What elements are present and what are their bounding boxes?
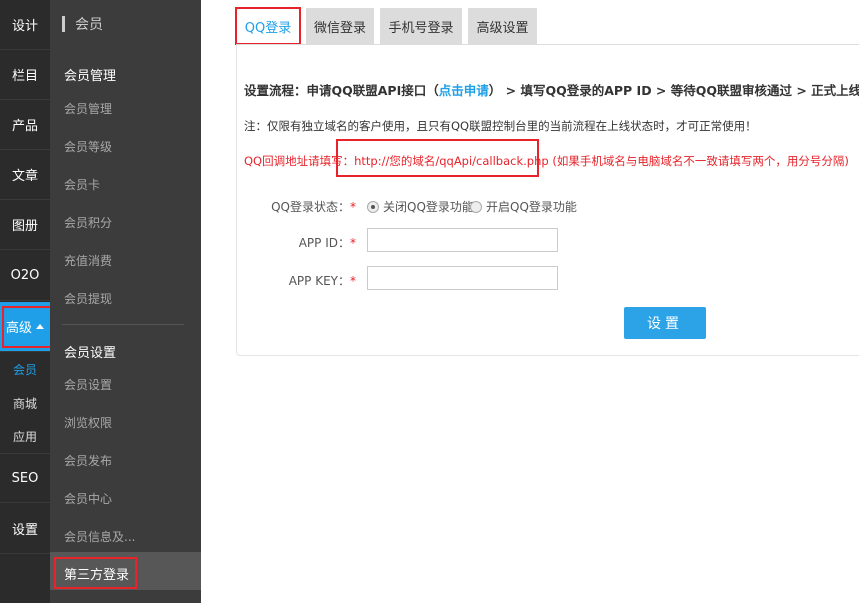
rail-item-design[interactable]: 设计 — [0, 0, 50, 50]
rail-subitem-label: 商城 — [12, 397, 37, 411]
status-label: QQ登录状态：* — [271, 198, 356, 215]
subnav-link-member-center[interactable]: 会员中心 — [64, 490, 112, 507]
subnav-link-recharge[interactable]: 充值消费 — [64, 252, 112, 269]
rail-subitem-mall[interactable]: 商城 — [0, 387, 50, 420]
subnav-link-member-points[interactable]: 会员积分 — [64, 214, 112, 231]
tab-advanced-settings[interactable]: 高级设置 — [468, 8, 537, 44]
setup-flow: 设置流程：申请QQ联盟API接口（点击申请） > 填写QQ登录的APP ID >… — [244, 80, 859, 99]
rail-subitem-member[interactable]: 会员 — [0, 353, 50, 386]
subnav-group-heading: 会员管理 — [64, 69, 117, 84]
appkey-label: APP KEY：* — [289, 272, 356, 289]
subnav-link-member-publish[interactable]: 会员发布 — [64, 452, 112, 469]
subnav-group-heading: 会员设置 — [64, 346, 117, 361]
appkey-input[interactable] — [367, 266, 558, 290]
rail-item-seo[interactable]: SEO — [0, 453, 50, 503]
radio-label: 开启QQ登录功能 — [486, 200, 577, 214]
callback-info: QQ回调地址请填写：http://您的域名/qqApi/callback.php… — [244, 153, 849, 169]
usage-note: 注：仅限有独立域名的客户使用，且只有QQ联盟控制台里的当前流程在上线状态时，才可… — [244, 119, 757, 133]
radio-label: 关闭QQ登录功能 — [383, 200, 474, 214]
appid-label: APP ID：* — [299, 234, 356, 251]
subnav-link-member-settings[interactable]: 会员设置 — [64, 376, 112, 393]
appkey-label-text: APP KEY： — [288, 274, 350, 288]
radio-unselected-icon — [470, 200, 482, 213]
flow-prefix: 设置流程：申请QQ联盟API接口（ — [244, 83, 439, 98]
rail-item-label: 文章 — [11, 169, 38, 184]
callback-label: QQ回调地址请填写： — [244, 154, 355, 168]
rail-subitem-label: 应用 — [12, 430, 37, 444]
required-mark: * — [350, 236, 356, 250]
rail-item-label: 产品 — [11, 119, 38, 134]
main-nav-rail: 设计 栏目 产品 文章 图册 O2O 高级 会员 商城 应用 SEO 设置 — [0, 0, 50, 603]
rail-item-column[interactable]: 栏目 — [0, 50, 50, 100]
secondary-nav: 会员 会员管理 会员管理 会员等级 会员卡 会员积分 充值消费 会员提现 会员设… — [50, 0, 201, 603]
rail-item-product[interactable]: 产品 — [0, 100, 50, 150]
callback-hint: (如果手机域名与电脑域名不一致请填写两个，用分号分隔) — [552, 154, 849, 168]
rail-item-label: O2O — [10, 268, 40, 283]
subnav-link-browse-permission[interactable]: 浏览权限 — [64, 414, 112, 431]
rail-item-label: 高级 — [5, 321, 32, 336]
rail-subitem-label: 会员 — [12, 363, 37, 377]
subnav-divider — [62, 324, 184, 325]
callback-url: http://您的域名/qqApi/callback.php — [354, 154, 549, 168]
subnav-link-withdraw[interactable]: 会员提现 — [64, 290, 112, 307]
rail-item-label: 栏目 — [11, 69, 38, 84]
subnav-link-third-party-login[interactable]: 第三方登录 — [64, 564, 129, 583]
status-label-text: QQ登录状态： — [271, 200, 350, 214]
rail-subitem-apps[interactable]: 应用 — [0, 420, 50, 453]
subnav-link-member-manage[interactable]: 会员管理 — [64, 100, 112, 117]
rail-item-label: 设置 — [11, 523, 38, 538]
subnav-title-text: 会员 — [75, 17, 103, 33]
rail-item-label: SEO — [11, 470, 39, 486]
title-bar — [62, 16, 65, 32]
rail-item-album[interactable]: 图册 — [0, 200, 50, 250]
flow-suffix: ） > 填写QQ登录的APP ID > 等待QQ联盟审核通过 > 正式上线 — [488, 83, 859, 98]
tab-qq-login[interactable]: QQ登录 — [236, 8, 300, 44]
subnav-link-member-level[interactable]: 会员等级 — [64, 138, 112, 155]
required-mark: * — [350, 274, 356, 288]
caret-up-icon — [36, 324, 44, 329]
subnav-link-member-card[interactable]: 会员卡 — [64, 176, 100, 193]
radio-enable-qq-login[interactable]: 开启QQ登录功能 — [470, 198, 577, 215]
rail-item-o2o[interactable]: O2O — [0, 251, 50, 301]
required-mark: * — [350, 200, 356, 214]
submit-button[interactable]: 设置 — [624, 307, 706, 339]
appid-label-text: APP ID： — [298, 236, 350, 250]
tab-phone-login[interactable]: 手机号登录 — [380, 8, 462, 44]
rail-item-label: 图册 — [11, 219, 38, 234]
radio-disable-qq-login[interactable]: 关闭QQ登录功能 — [367, 198, 474, 215]
subnav-title: 会员 — [62, 13, 103, 35]
radio-selected-icon — [367, 200, 379, 213]
rail-item-label: 设计 — [11, 19, 38, 34]
tab-wechat-login[interactable]: 微信登录 — [306, 8, 374, 44]
rail-item-advanced[interactable]: 高级 — [0, 302, 50, 352]
subnav-link-member-info[interactable]: 会员信息及... — [64, 528, 135, 545]
appid-input[interactable] — [367, 228, 558, 252]
apply-link[interactable]: 点击申请 — [439, 83, 489, 98]
rail-item-article[interactable]: 文章 — [0, 150, 50, 200]
rail-item-settings[interactable]: 设置 — [0, 504, 50, 554]
